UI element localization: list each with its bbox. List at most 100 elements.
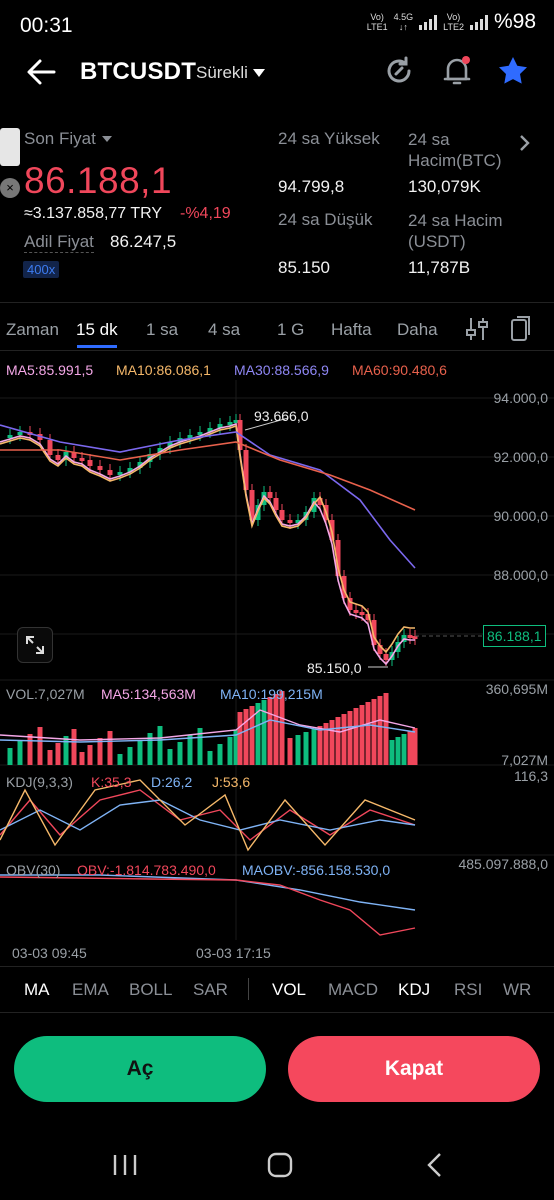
leverage-badge: 400x [23,261,60,278]
sim1-indicator: Vo) LTE1 [366,12,388,32]
volume-bar [273,694,279,765]
volume-bar [279,691,285,765]
volume-bar [295,735,301,765]
volume-bar [177,742,183,765]
vol-ma5-line [0,709,416,741]
volume-bar [227,737,233,765]
ma60-line [0,441,416,511]
low-marker: 85.150,0 [307,660,362,676]
chart-settings-icon[interactable] [507,315,531,343]
tab-15m[interactable]: 15 dk [76,320,118,340]
kdj-j: J:53,6 [212,774,251,790]
ind-macd[interactable]: MACD [328,980,378,1000]
obv-legend: OBV(30) [6,862,61,878]
tab-more[interactable]: Daha [397,320,438,340]
tab-time[interactable]: Zaman [6,320,59,340]
fullscreen-button[interactable] [17,627,53,663]
time-label: 03-03 09:45 [12,945,87,961]
candle-body [383,654,389,660]
volume-bar [395,737,401,765]
volume-bar [341,714,347,765]
high-label: 24 sa Yüksek [278,129,380,148]
last-price-label: Son Fiyat [24,129,96,148]
candle-body [273,498,279,510]
ind-ma[interactable]: MA [24,980,50,1000]
volume-bar [359,705,365,765]
tab-1h[interactable]: 1 sa [146,320,178,340]
candle-body [287,520,293,523]
alert-bell-icon[interactable] [440,54,474,88]
volume-bar [412,728,418,765]
ind-ema[interactable]: EMA [72,980,109,1000]
candle-body [17,432,23,435]
low-value: 85.150 [278,258,330,277]
candle-body [97,466,103,470]
high-value: 94.799,8 [278,177,345,196]
volume-bar [237,712,243,765]
ind-sar[interactable]: SAR [193,980,228,1000]
candle-body [353,610,359,613]
close-position-button[interactable]: Kapat [288,1036,540,1102]
ind-wr[interactable]: WR [503,980,531,1000]
low-label: 24 sa Düşük [278,210,373,229]
volume-bar [329,720,335,765]
tab-week[interactable]: Hafta [331,320,372,340]
contract-type-selector[interactable]: Sürekli [196,63,266,83]
volume-bar [311,729,317,765]
volume-bar [137,740,143,765]
volume-bar [27,734,33,765]
fair-price-label[interactable]: Adil Fiyat [24,232,94,253]
tab-4h[interactable]: 4 sa [208,320,240,340]
volume-bar [117,754,123,765]
ma60-legend: MA60:90.480,6 [352,362,447,378]
back-arrow-icon[interactable] [22,52,62,92]
ma30-legend: MA30:88.566,9 [234,362,329,378]
tab-1d[interactable]: 1 G [277,320,304,340]
volume-bar [207,751,213,765]
favorite-star-icon[interactable] [496,54,530,88]
vol-btc-label: 24 sa Hacim(BTC) [408,130,502,170]
kdj-legend: KDJ(9,3,3) [6,774,73,790]
volume-bar [55,743,61,765]
ind-kdj[interactable]: KDJ [398,980,430,1000]
refresh-icon[interactable] [382,54,416,88]
pair-title[interactable]: BTCUSDT [80,58,196,86]
vol-usdt-value: 11,787B [408,258,471,277]
y-tick: 92.000,0 [493,449,549,465]
kdj-k: K:35,3 [91,774,132,790]
translate-icon[interactable] [0,128,20,166]
volume-bar [167,749,173,765]
status-icons: Vo) LTE1 4.5G ↓↑ Vo) LTE2 %98 [367,10,536,34]
close-icon[interactable]: × [0,178,20,198]
last-price-selector[interactable]: Son Fiyat [24,129,113,149]
candle-body [107,470,113,475]
current-price-tag: 86.188,1 [483,625,546,647]
volume-bar [37,727,43,765]
kdj-d-line [0,799,416,831]
chevron-right-icon[interactable] [518,134,532,152]
y-tick: 90.000,0 [493,508,549,524]
recent-apps-icon[interactable] [105,1150,145,1180]
caret-down-icon [252,69,265,77]
last-price: 86.188,1 [24,160,173,201]
indicator-settings-icon[interactable] [465,316,489,342]
ind-rsi[interactable]: RSI [454,980,482,1000]
home-icon[interactable] [260,1150,300,1180]
open-position-button[interactable]: Aç [14,1036,266,1102]
ind-boll[interactable]: BOLL [129,980,172,1000]
volume-bar [243,709,249,765]
volume-bar [7,748,13,765]
volume-bar [187,735,193,765]
battery-level: %98 [493,10,536,33]
volume-bar [63,736,69,765]
volume-bar [217,744,223,765]
y-tick: 94.000,0 [493,390,549,406]
ma5-legend: MA5:85.991,5 [6,362,94,378]
network-type: 4.5G ↓↑ [393,12,414,32]
candle-body [359,612,365,615]
obv-line [0,876,416,936]
volume-bar [377,696,383,765]
divider [0,350,554,351]
back-icon[interactable] [415,1150,455,1180]
ind-vol[interactable]: VOL [272,980,306,1000]
